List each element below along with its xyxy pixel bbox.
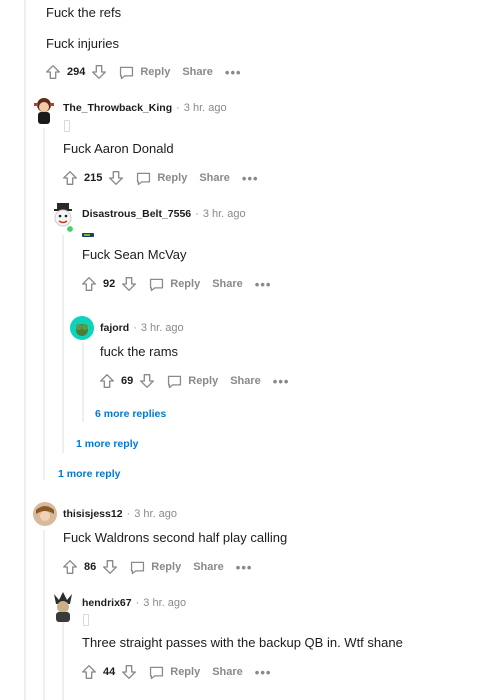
downvote-icon[interactable]	[138, 372, 156, 390]
share-button[interactable]: Share	[193, 561, 224, 573]
comment-bubble-icon	[131, 561, 145, 574]
username-link[interactable]: fajord	[100, 321, 129, 335]
upvote-icon[interactable]	[98, 372, 116, 390]
more-replies-link[interactable]: 1 more reply	[76, 438, 138, 450]
comment-text-line-2: Fuck injuries	[46, 36, 119, 51]
downvote-icon[interactable]	[120, 663, 138, 681]
downvote-icon[interactable]	[107, 169, 125, 187]
reply-button[interactable]: Reply	[135, 170, 187, 187]
more-options-button[interactable]: •••	[242, 171, 259, 186]
vote-count: 215	[84, 172, 103, 184]
separator-dot: ·	[135, 597, 140, 609]
share-button[interactable]: Share	[199, 172, 230, 184]
vote-count: 92	[103, 278, 116, 290]
share-button[interactable]: Share	[230, 375, 261, 387]
comment-meta: thisisjess12 · 3 hr. ago	[63, 507, 177, 521]
separator-dot: ·	[195, 208, 199, 220]
username-link[interactable]: thisisjess12	[63, 507, 123, 521]
timestamp[interactable]: 3 hr. ago	[141, 321, 184, 335]
comment-bubble-icon	[120, 66, 134, 79]
more-options-button[interactable]: •••	[255, 665, 272, 680]
upvote-icon[interactable]	[44, 63, 62, 81]
downvote-icon[interactable]	[120, 275, 138, 293]
comment-actions: 69 Reply Share •••	[98, 371, 289, 391]
comment-meta: hendrix67 · 3 hr. ago	[82, 596, 186, 610]
collapse-toggle[interactable]	[64, 120, 70, 132]
share-button[interactable]: Share	[212, 666, 243, 678]
share-button[interactable]: Share	[182, 66, 213, 78]
upvote-icon[interactable]	[61, 558, 79, 576]
thread-line-jess[interactable]	[43, 530, 45, 700]
comment-bubble-icon	[150, 666, 164, 679]
upvote-icon[interactable]	[80, 663, 98, 681]
comment-actions: 86 Reply Share •••	[61, 557, 252, 577]
comment-actions: 44 Reply Share •••	[80, 662, 271, 682]
separator-dot: ·	[133, 322, 137, 334]
share-button[interactable]: Share	[212, 278, 243, 290]
upvote-icon[interactable]	[61, 169, 79, 187]
comment-bubble-icon	[150, 278, 164, 291]
comment-text: Fuck Aaron Donald	[63, 141, 174, 156]
thread-line-hendrix[interactable]	[62, 620, 64, 700]
reply-button[interactable]: Reply	[148, 276, 200, 293]
comment-text: fuck the rams	[100, 344, 179, 359]
timestamp[interactable]: 3 hr. ago	[184, 101, 227, 115]
avatar[interactable]	[31, 96, 57, 126]
vote-count: 44	[103, 666, 116, 678]
more-options-button[interactable]: •••	[273, 374, 290, 389]
avatar[interactable]	[50, 202, 76, 234]
timestamp[interactable]: 3 hr. ago	[143, 596, 186, 610]
comment-meta: Disastrous_Belt_7556 · 3 hr. ago	[82, 207, 246, 221]
timestamp[interactable]: 3 hr. ago	[134, 507, 177, 521]
more-options-button[interactable]: •••	[236, 560, 253, 575]
separator-dot: ·	[176, 102, 180, 114]
vote-count: 86	[84, 561, 97, 573]
more-replies-link[interactable]: 1 more reply	[58, 468, 120, 480]
vote-count: 294	[67, 66, 86, 78]
timestamp[interactable]: 3 hr. ago	[203, 207, 246, 221]
avatar[interactable]	[50, 590, 76, 622]
reply-button[interactable]: Reply	[118, 64, 170, 81]
vote-count: 69	[121, 375, 134, 387]
username-link[interactable]: hendrix67	[82, 596, 132, 610]
thread-line-level2[interactable]	[62, 235, 64, 453]
thread-line-level3[interactable]	[82, 342, 84, 422]
downvote-icon[interactable]	[101, 558, 119, 576]
comment-actions: 215 Reply Share •••	[61, 168, 259, 188]
reply-button[interactable]: Reply	[148, 664, 200, 681]
avatar[interactable]	[70, 316, 94, 340]
comment-text-line-1: Fuck the refs	[46, 5, 122, 20]
comment-meta: The_Throwback_King · 3 hr. ago	[63, 101, 227, 115]
comment-text: Three straight passes with the backup QB…	[82, 635, 403, 650]
upvote-icon[interactable]	[80, 275, 98, 293]
comment-text: Fuck Sean McVay	[82, 247, 187, 262]
thread-line-root[interactable]	[24, 0, 26, 700]
reply-button[interactable]: Reply	[129, 559, 181, 576]
comment-text: Fuck Waldrons second half play calling	[63, 530, 288, 545]
thread-line-level1[interactable]	[43, 128, 45, 480]
username-link[interactable]: The_Throwback_King	[63, 101, 172, 115]
comment-bubble-icon	[137, 172, 151, 185]
comment-bubble-icon	[168, 375, 182, 388]
more-options-button[interactable]: •••	[255, 277, 272, 292]
comment-actions: 92 Reply Share •••	[80, 274, 271, 294]
more-options-button[interactable]: •••	[225, 65, 242, 80]
collapse-toggle[interactable]	[83, 614, 89, 626]
username-link[interactable]: Disastrous_Belt_7556	[82, 207, 191, 221]
comment-actions: 294 Reply Share •••	[44, 62, 242, 82]
avatar[interactable]	[33, 502, 57, 526]
more-replies-link[interactable]: 6 more replies	[95, 408, 166, 420]
comment-meta: fajord · 3 hr. ago	[100, 321, 184, 335]
downvote-icon[interactable]	[90, 63, 108, 81]
reply-button[interactable]: Reply	[166, 373, 218, 390]
flair-icon	[82, 225, 96, 237]
separator-dot: ·	[126, 508, 131, 520]
